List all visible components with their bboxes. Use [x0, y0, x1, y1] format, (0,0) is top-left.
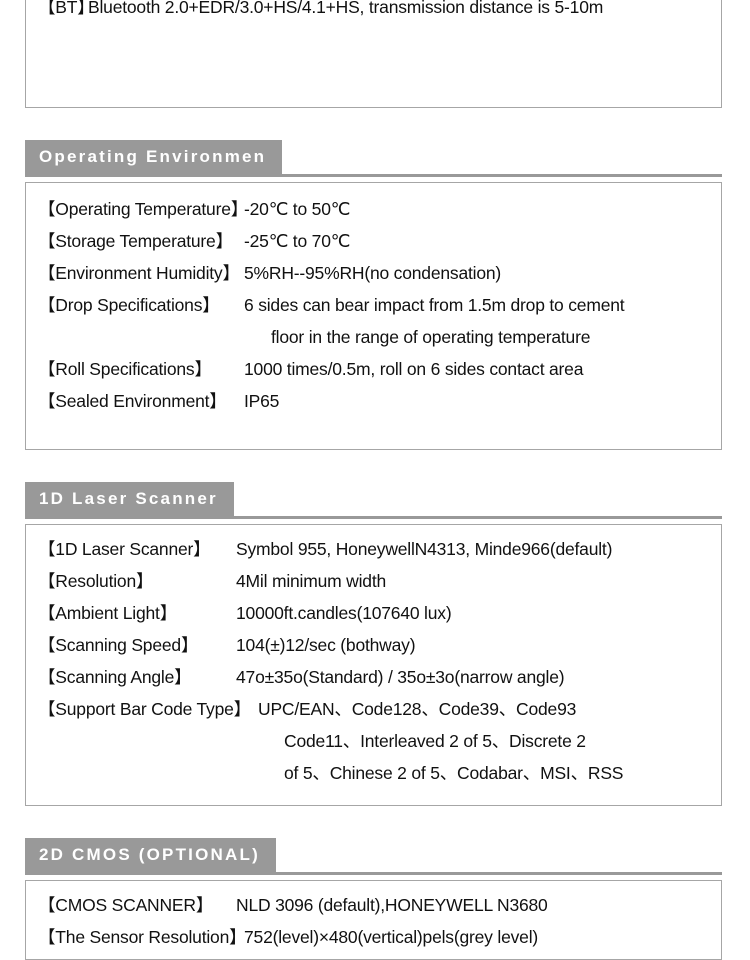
frequency-bluetooth-box: 1800MHZ,Uplink:1710MHZ-1785MHZ; Downlink… [25, 0, 722, 108]
spec-line: 【Sealed Environment】 IP65 [26, 385, 721, 417]
spec-line-continuation: Code11、Interleaved 2 of 5、Discrete 2 [26, 725, 721, 757]
2d-cmos-box: 【CMOS SCANNER】 NLD 3096 (default),HONEYW… [25, 880, 722, 960]
spec-line: 【1D Laser Scanner】 Symbol 955, Honeywell… [26, 533, 721, 565]
spec-line-continuation: floor in the range of operating temperat… [26, 321, 721, 353]
spec-value: -20℃ to 50℃ [244, 199, 351, 219]
spec-line: 【Scanning Angle】 47o±35o(Standard) / 35o… [26, 661, 721, 693]
spec-value: 5%RH--95%RH(no condensation) [244, 263, 502, 283]
spec-value: Code11、Interleaved 2 of 5、Discrete 2 [284, 731, 586, 751]
section-header-operating-environment: Operating Environmen [25, 140, 722, 177]
spec-label: 【Storage Temperature】 [38, 231, 233, 251]
spec-line: 【Support Bar Code Type】 UPC/EAN、Code128、… [26, 693, 721, 725]
spec-value: 752(level)×480(vertical)pels(grey level) [244, 927, 539, 947]
spec-line: 【Scanning Speed】 104(±)12/sec (bothway) [26, 629, 721, 661]
spec-label: 【Scanning Speed】 [38, 635, 199, 655]
spec-line: 【Operating Temperature】 -20℃ to 50℃ [26, 193, 721, 225]
spec-value: Bluetooth 2.0+EDR/3.0+HS/4.1+HS, transmi… [88, 0, 604, 17]
spec-label: 【Drop Specifications】 [38, 295, 220, 315]
1d-laser-scanner-box: 【1D Laser Scanner】 Symbol 955, Honeywell… [25, 524, 722, 806]
section-rule [25, 872, 722, 875]
section-rule [25, 516, 722, 519]
spec-value: 4Mil minimum width [236, 571, 387, 591]
spec-line: 【Storage Temperature】 -25℃ to 70℃ [26, 225, 721, 257]
spec-label: 【Operating Temperature】 [38, 199, 249, 219]
spec-label: 【BT】 [38, 0, 95, 17]
spec-label: 【1D Laser Scanner】 [38, 539, 211, 559]
spec-value: floor in the range of operating temperat… [271, 327, 591, 347]
spec-value: IP65 [244, 391, 280, 411]
spec-value: 47o±35o(Standard) / 35o±3o(narrow angle) [236, 667, 565, 687]
spec-label: 【Ambient Light】 [38, 603, 178, 623]
spec-line-continuation: of 5、Chinese 2 of 5、Codabar、MSI、RSS [26, 757, 721, 789]
spec-line: 【CMOS SCANNER】 NLD 3096 (default),HONEYW… [26, 889, 721, 921]
spec-value: 6 sides can bear impact from 1.5m drop t… [244, 295, 625, 315]
spec-value: -25℃ to 70℃ [244, 231, 351, 251]
section-title: Operating Environmen [25, 140, 283, 174]
spec-label: 【Roll Specifications】 [38, 359, 212, 379]
spec-value: NLD 3096 (default),HONEYWELL N3680 [236, 895, 548, 915]
spec-line: 【BT】 Bluetooth 2.0+EDR/3.0+HS/4.1+HS, tr… [26, 0, 721, 25]
spec-value: 1000 times/0.5m, roll on 6 sides contact… [244, 359, 584, 379]
spec-line: 【Roll Specifications】 1000 times/0.5m, r… [26, 353, 721, 385]
spec-label: 【Support Bar Code Type】 [38, 699, 251, 719]
spec-label: 【Scanning Angle】 [38, 667, 192, 687]
spec-label: 【Environment Humidity】 [38, 263, 240, 283]
spec-value: 104(±)12/sec (bothway) [236, 635, 416, 655]
spec-value: of 5、Chinese 2 of 5、Codabar、MSI、RSS [284, 763, 624, 783]
spec-value: Symbol 955, HoneywellN4313, Minde966(def… [236, 539, 613, 559]
spec-label: 【The Sensor Resolution】 [38, 927, 247, 947]
specification-page: 1800MHZ,Uplink:1710MHZ-1785MHZ; Downlink… [0, 0, 750, 960]
spec-label: 【CMOS SCANNER】 [38, 895, 214, 915]
section-rule [25, 174, 722, 177]
section-title: 1D Laser Scanner [25, 482, 234, 516]
spec-line: 【Environment Humidity】 5%RH--95%RH(no co… [26, 257, 721, 289]
spec-line: 【The Sensor Resolution】 752(level)×480(v… [26, 921, 721, 953]
spec-line: 【Resolution】 4Mil minimum width [26, 565, 721, 597]
section-title: 2D CMOS (OPTIONAL) [25, 838, 276, 872]
spec-line: 【Ambient Light】 10000ft.candles(107640 l… [26, 597, 721, 629]
spec-label: 【Sealed Environment】 [38, 391, 227, 411]
spec-value: 10000ft.candles(107640 lux) [236, 603, 452, 623]
operating-environment-box: 【Operating Temperature】 -20℃ to 50℃ 【Sto… [25, 182, 722, 450]
section-header-1d-laser-scanner: 1D Laser Scanner [25, 482, 722, 519]
spec-value: UPC/EAN、Code128、Code39、Code93 [258, 699, 577, 719]
spec-line: 【Drop Specifications】 6 sides can bear i… [26, 289, 721, 321]
spec-label: 【Resolution】 [38, 571, 154, 591]
section-header-2d-cmos: 2D CMOS (OPTIONAL) [25, 838, 722, 875]
